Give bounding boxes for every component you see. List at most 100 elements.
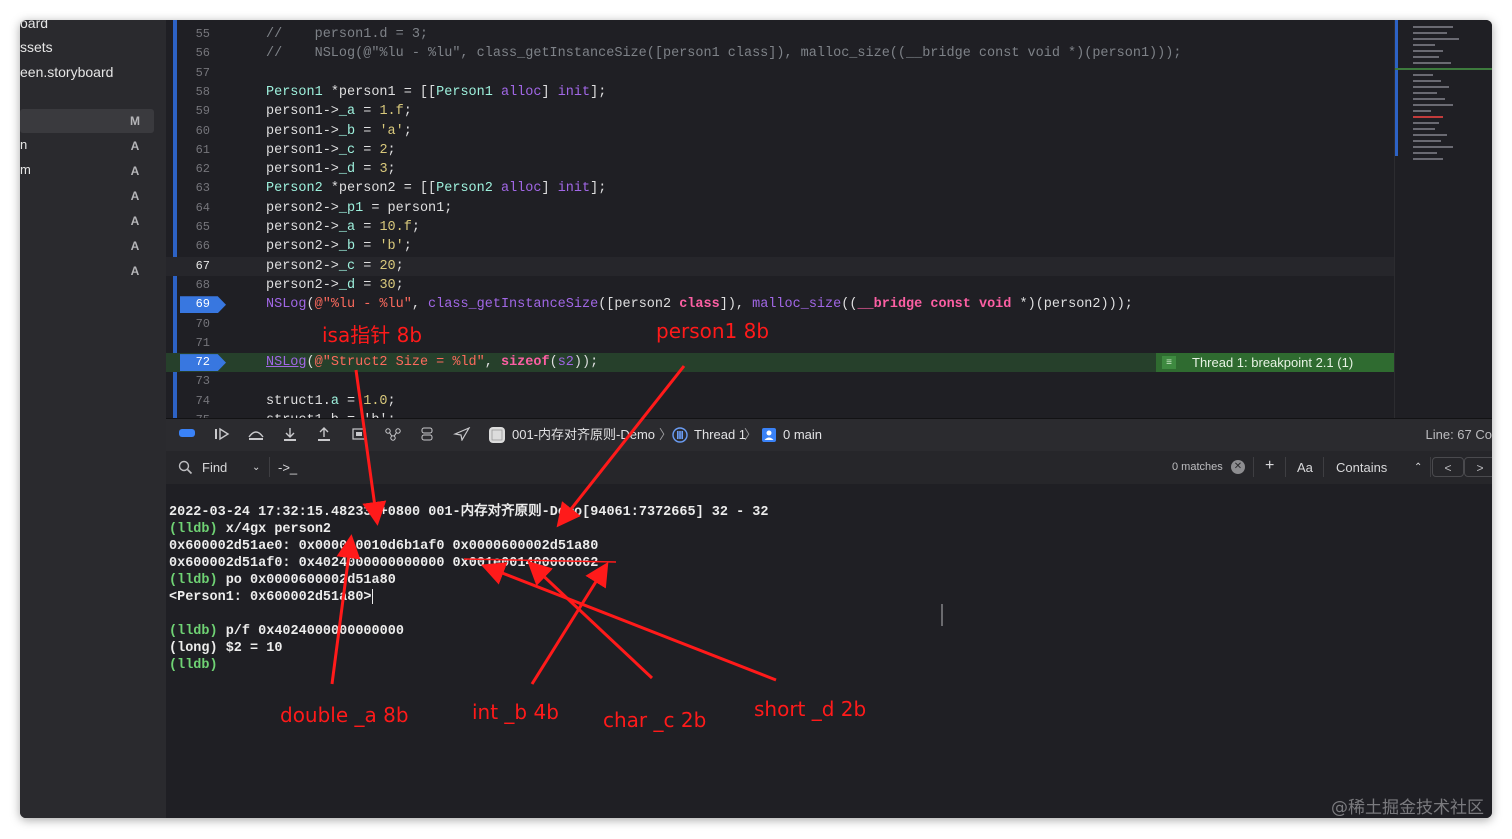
minimap-line [1413, 104, 1453, 106]
line-number[interactable]: 74 [166, 392, 210, 411]
thread-breakpoint-badge[interactable]: ≡ Thread 1: breakpoint 2.1 (1) [1156, 353, 1394, 373]
breadcrumb-thread[interactable]: Thread 1 [694, 427, 746, 443]
code-token: _a [338, 220, 356, 235]
line-number[interactable]: 70 [166, 315, 210, 334]
code-line[interactable]: 69 NSLog(@"%lu - %lu", class_getInstanceS… [166, 295, 1394, 314]
code-line[interactable]: 60 person1->_b = 'a'; [166, 122, 1394, 141]
line-number[interactable]: 75 [166, 411, 210, 418]
navigator-file-item[interactable]: ssets [20, 37, 53, 57]
code-token: = [355, 142, 380, 158]
code-line-paused[interactable]: 72 NSLog(@"Struct2 Size = %ld", sizeof(s2… [166, 353, 1394, 373]
line-number[interactable]: 68 [166, 276, 210, 295]
source-control-status-badge: M [130, 114, 140, 128]
console-line: (lldb) x/4gx person2 [169, 521, 331, 538]
line-number[interactable]: 58 [166, 83, 210, 102]
code-line[interactable]: 63 Person2 *person2 = [[Person2 alloc] in… [166, 179, 1394, 198]
line-number[interactable]: 56 [166, 44, 210, 63]
code-token: _c [338, 258, 356, 274]
navigator-file-item[interactable]: oard [20, 20, 48, 33]
code-token: Person2 [266, 181, 323, 197]
code-line[interactable]: 68 person2->_d = 30; [166, 276, 1394, 295]
source-control-status-badge: A [130, 239, 140, 253]
debug-console[interactable]: 2022-03-24 17:32:15.482337+0800 001-内存对齐… [166, 484, 1492, 818]
line-number[interactable]: 59 [166, 102, 210, 121]
simulate-location-icon[interactable] [452, 426, 471, 443]
step-into-icon[interactable] [281, 427, 299, 443]
line-number[interactable]: 60 [166, 122, 210, 141]
find-mode-label[interactable]: Find [202, 460, 227, 475]
code-token: = [338, 393, 364, 409]
console-line: 0x600002d51af0: 0x4024000000000000 0x001… [169, 555, 598, 572]
chevron-updown-icon[interactable]: ⌃ [1414, 462, 1422, 473]
continue-icon[interactable] [213, 427, 231, 443]
code-line[interactable]: 56 // NSLog(@"%lu - %lu", class_getInstan… [166, 44, 1394, 63]
code-token: )); [573, 355, 599, 371]
next-match-button[interactable]: > [1464, 457, 1492, 477]
chevron-down-icon[interactable]: ⌄ [252, 462, 260, 473]
code-line[interactable]: 59 person1->_a = 1.f; [166, 102, 1394, 121]
code-line[interactable]: 57 [166, 64, 1394, 83]
previous-match-button[interactable]: < [1432, 457, 1464, 477]
code-line[interactable]: 65 person2->_a = 10.f; [166, 218, 1394, 237]
code-line[interactable]: 66 person2->_b = 'b'; [166, 237, 1394, 256]
minimap[interactable] [1394, 20, 1492, 418]
code-line[interactable]: 55 // person1.d = 3; [166, 25, 1394, 44]
toggle-console-icon[interactable] [178, 427, 196, 443]
match-mode-select[interactable]: Contains [1336, 460, 1387, 475]
stack-frame-icon [760, 427, 778, 443]
line-number[interactable]: 63 [166, 179, 210, 198]
minimap-line [1413, 128, 1435, 130]
environment-overrides-icon[interactable] [418, 427, 436, 443]
code-text: person2->_a = 10.f; [266, 218, 420, 237]
line-number[interactable]: 62 [166, 160, 210, 179]
breadcrumb-frame[interactable]: 0 main [783, 427, 822, 443]
step-over-icon[interactable] [247, 427, 265, 443]
code-token: _b [338, 123, 356, 139]
minimap-line [1413, 80, 1441, 82]
code-line-current[interactable]: 67 person2->_c = 20; [166, 256, 1394, 276]
line-number[interactable]: 64 [166, 199, 210, 218]
code-line[interactable]: 75 struct1.b = 'b'; [166, 411, 1394, 418]
line-number[interactable]: 71 [166, 334, 210, 353]
line-number[interactable]: 65 [166, 218, 210, 237]
line-number[interactable]: 57 [166, 64, 210, 83]
memory-graph-icon[interactable] [384, 427, 402, 443]
code-line[interactable]: 58 Person1 *person1 = [[Person1 alloc] in… [166, 83, 1394, 102]
step-out-icon[interactable] [315, 427, 333, 443]
annotation-int-b: int _b 4b [472, 700, 559, 724]
navigator-row-name[interactable]: n [20, 137, 27, 152]
source-editor[interactable]: 55 // person1.d = 3; 56 // NSLog(@"%lu - %l… [166, 20, 1394, 418]
navigator-row-name[interactable]: m [20, 162, 31, 177]
find-query-input[interactable]: ->_ [278, 460, 297, 475]
navigator-file-item[interactable]: een.storyboard [20, 62, 113, 82]
code-line[interactable]: 64 person2->_p1 = person1; [166, 199, 1394, 218]
code-line[interactable]: 62 person1->_d = 3; [166, 160, 1394, 179]
code-line[interactable]: 74 struct1.a = 1.0; [166, 392, 1394, 411]
code-line[interactable]: 73 [166, 372, 1394, 391]
clear-search-icon[interactable]: ✕ [1231, 460, 1245, 474]
minimap-line [1413, 110, 1431, 112]
search-icon [178, 460, 193, 478]
code-token: 3 [379, 162, 388, 178]
code-token: 'a' [379, 123, 404, 139]
code-token: = [355, 104, 380, 120]
breadcrumb-target[interactable]: 001-内存对齐原则-Demo [512, 427, 655, 443]
divider [1253, 457, 1254, 477]
code-text: Person1 *person1 = [[Person1 alloc] init… [266, 83, 606, 102]
line-number[interactable]: 69 [166, 295, 210, 314]
line-number[interactable]: 73 [166, 372, 210, 391]
add-pattern-icon[interactable]: + [1265, 457, 1274, 475]
code-token: Person1 [266, 84, 323, 100]
console-text: p/f 0x4024000000000000 [217, 624, 404, 639]
line-number[interactable]: 72 [166, 353, 210, 372]
line-number[interactable]: 66 [166, 237, 210, 256]
code-token: ([person2 [598, 297, 680, 313]
minimap-visible-region[interactable] [1395, 20, 1398, 156]
match-case-button[interactable]: Aa [1297, 460, 1313, 475]
line-number[interactable]: 67 [166, 257, 210, 276]
code-line[interactable]: 61 person1->_c = 2; [166, 141, 1394, 160]
code-token: malloc_size [752, 297, 842, 313]
line-number[interactable]: 55 [166, 25, 210, 44]
line-number[interactable]: 61 [166, 141, 210, 160]
view-hierarchy-icon[interactable] [350, 427, 368, 443]
